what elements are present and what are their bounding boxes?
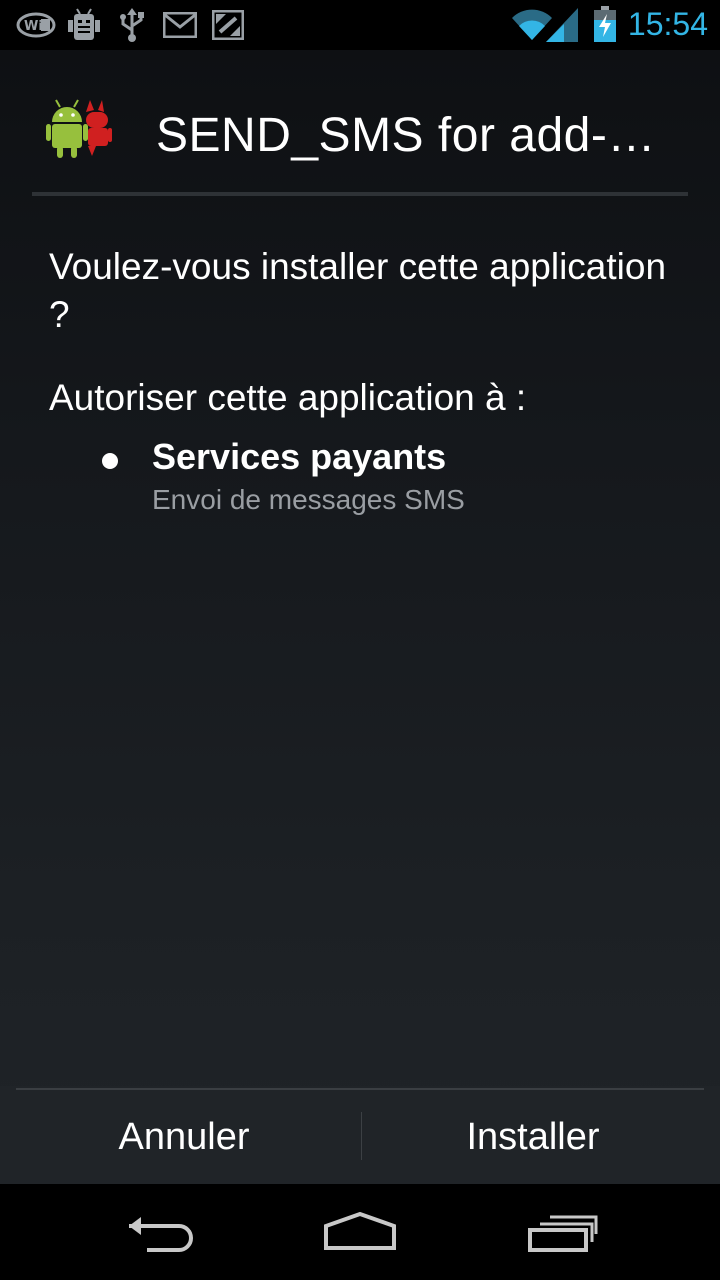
install-dialog: SEND_SMS for add-… Voulez-vous installer… bbox=[0, 50, 720, 1184]
permission-title: Services payants bbox=[152, 436, 447, 477]
install-button[interactable]: Installer bbox=[362, 1090, 704, 1184]
dialog-title: SEND_SMS for add-… bbox=[156, 109, 656, 162]
gmail-icon bbox=[162, 11, 198, 43]
android-app-icon bbox=[46, 98, 112, 165]
status-bar: Wi 15:54 bbox=[0, 0, 720, 50]
debug-icon bbox=[68, 8, 100, 47]
screenshot-icon bbox=[211, 9, 245, 45]
home-icon[interactable] bbox=[300, 1206, 420, 1258]
back-icon[interactable] bbox=[100, 1206, 220, 1258]
svg-text:Wi: Wi bbox=[24, 19, 43, 34]
permission-item: Services payants Envoi de messages SMS bbox=[0, 436, 720, 526]
navigation-bar bbox=[0, 1184, 720, 1280]
recent-apps-icon[interactable] bbox=[502, 1206, 622, 1258]
permission-description: Envoi de messages SMS bbox=[152, 484, 465, 515]
cancel-button[interactable]: Annuler bbox=[8, 1090, 360, 1184]
title-divider bbox=[32, 192, 688, 196]
title-row: SEND_SMS for add-… bbox=[0, 50, 720, 196]
cell-signal-icon bbox=[546, 8, 580, 47]
usb-icon bbox=[118, 8, 146, 47]
battery-charging-icon bbox=[594, 6, 616, 47]
bullet-icon bbox=[102, 453, 118, 469]
clock: 15:54 bbox=[627, 6, 708, 42]
install-question: Voulez-vous installer cette application … bbox=[49, 246, 667, 335]
permissions-heading: Autoriser cette application à : bbox=[49, 377, 527, 418]
button-bar: Annuler Installer bbox=[0, 1086, 720, 1184]
wifi-direct-icon: Wi bbox=[16, 12, 56, 43]
